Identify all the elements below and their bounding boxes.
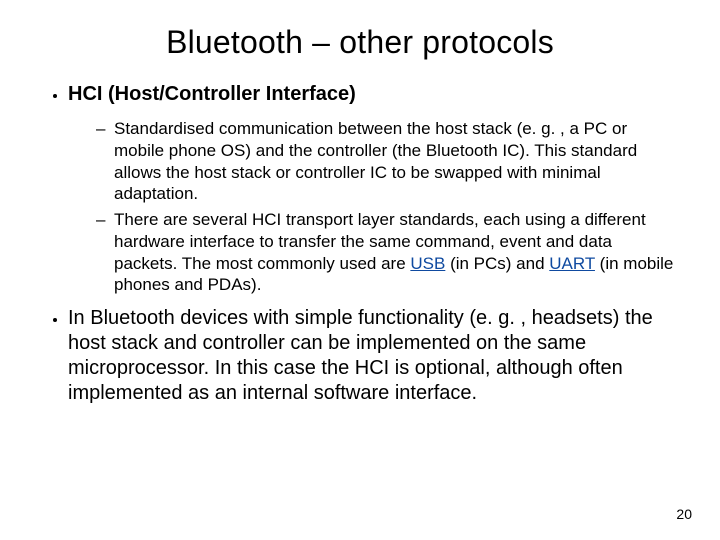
sub-bullet-transport: There are several HCI transport layer st… [96,209,680,296]
link-usb[interactable]: USB [410,254,445,273]
slide-title: Bluetooth – other protocols [40,24,680,61]
slide: Bluetooth – other protocols HCI (Host/Co… [0,0,720,540]
bullet-simple-devices-text: In Bluetooth devices with simple functio… [68,307,653,404]
page-number: 20 [676,506,692,522]
bullet-list-level1: HCI (Host/Controller Interface) Standard… [40,81,680,406]
link-uart[interactable]: UART [549,254,595,273]
bullet-hci: HCI (Host/Controller Interface) Standard… [68,81,680,296]
bullet-list-level2: Standardised communication between the h… [68,118,680,296]
bullet-simple-devices: In Bluetooth devices with simple functio… [68,306,680,406]
sub-bullet-transport-mid: (in PCs) and [445,254,549,273]
sub-bullet-standardised: Standardised communication between the h… [96,118,680,205]
bullet-hci-heading: HCI (Host/Controller Interface) [68,83,356,105]
